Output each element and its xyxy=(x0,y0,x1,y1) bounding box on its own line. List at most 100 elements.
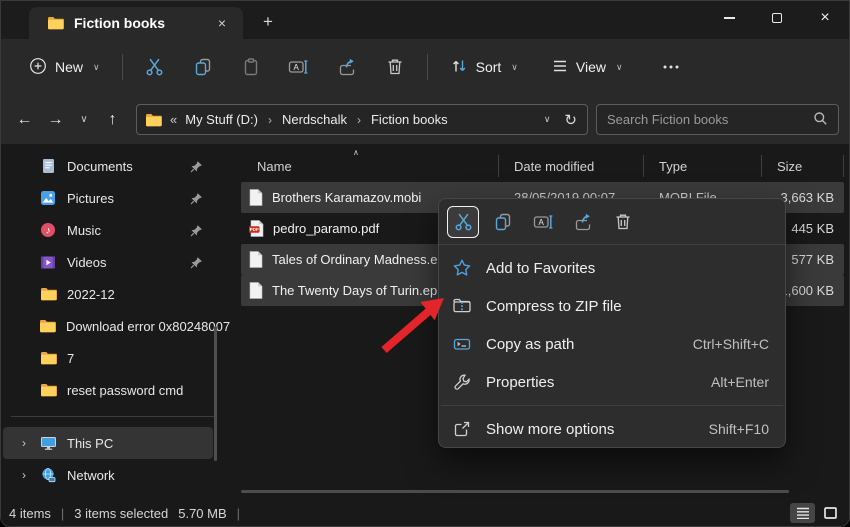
toolbar-divider xyxy=(427,54,428,80)
rename-icon: A xyxy=(288,57,309,77)
breadcrumb-item-nerdschalk[interactable]: Nerdschalk xyxy=(278,110,351,129)
red-annotation-arrow xyxy=(373,289,453,359)
tab-fiction-books[interactable]: Fiction books × xyxy=(29,7,243,39)
sidebar-item-music[interactable]: ♪Music xyxy=(3,214,213,246)
large-icons-view-button[interactable] xyxy=(818,503,843,523)
delete-button[interactable] xyxy=(375,50,415,84)
breadcrumb-separator-icon: › xyxy=(351,113,367,127)
search-icon xyxy=(813,111,828,129)
chevron-down-icon: ∨ xyxy=(616,62,623,73)
breadcrumb-item-my-stuff-d[interactable]: My Stuff (D:) xyxy=(181,110,262,129)
context-copy-button[interactable] xyxy=(487,206,519,238)
menu-item-copy-as-path[interactable]: Copy as pathCtrl+Shift+C xyxy=(439,325,785,363)
recent-locations-chevron-icon[interactable]: ∨ xyxy=(71,105,97,135)
menu-item-add-to-favorites[interactable]: Add to Favorites xyxy=(439,249,785,287)
menu-item-compress-to-zip-file[interactable]: Compress to ZIP file xyxy=(439,287,785,325)
refresh-icon[interactable]: ↻ xyxy=(564,111,579,129)
chevron-right-icon[interactable]: › xyxy=(9,468,39,482)
view-icon xyxy=(552,59,568,76)
address-dropdown-chevron-icon[interactable]: ∨ xyxy=(530,114,565,125)
tab-bar: Fiction books × + × xyxy=(1,1,849,39)
sidebar-item-download-error-0x80248007[interactable]: Download error 0x80248007 xyxy=(3,310,213,342)
breadcrumb-item-fiction-books[interactable]: Fiction books xyxy=(367,110,452,129)
doc-file-icon xyxy=(249,251,263,268)
sidebar-item-reset-password-cmd[interactable]: reset password cmd xyxy=(3,374,213,406)
details-view-button[interactable] xyxy=(790,503,815,523)
breadcrumb-separator-icon: › xyxy=(262,113,278,127)
context-rename-button[interactable]: A xyxy=(527,206,559,238)
sidebar-item-label: Videos xyxy=(67,255,107,270)
up-button[interactable]: ↑ xyxy=(97,105,128,135)
context-delete-button[interactable] xyxy=(607,206,639,238)
music-icon: ♪ xyxy=(39,222,57,238)
pin-icon xyxy=(190,192,203,205)
sidebar-item-documents[interactable]: Documents xyxy=(3,150,213,182)
tab-close-icon[interactable]: × xyxy=(211,12,233,34)
breadcrumb-overflow[interactable]: « xyxy=(170,112,177,127)
sidebar-scrollbar[interactable] xyxy=(214,326,217,461)
view-toggle-buttons xyxy=(790,503,843,523)
search-box[interactable] xyxy=(596,104,839,135)
maximize-button[interactable] xyxy=(753,1,801,35)
copy-button[interactable] xyxy=(183,50,223,84)
column-header-type[interactable]: Type xyxy=(643,152,761,180)
horizontal-scrollbar[interactable] xyxy=(241,490,789,493)
rename-button[interactable]: A xyxy=(279,50,319,84)
sidebar-item-videos[interactable]: Videos xyxy=(3,246,213,278)
menu-item-show-more-options[interactable]: Show more optionsShift+F10 xyxy=(439,410,785,448)
chevron-right-icon[interactable]: › xyxy=(9,436,39,450)
svg-text:A: A xyxy=(294,63,300,72)
window-controls: × xyxy=(705,1,849,39)
context-share-button[interactable] xyxy=(567,206,599,238)
new-button[interactable]: New ∨ xyxy=(19,51,110,84)
videos-icon xyxy=(39,255,57,270)
menu-item-properties[interactable]: PropertiesAlt+Enter xyxy=(439,363,785,401)
forward-button[interactable]: → xyxy=(40,105,71,135)
column-header-date-modified[interactable]: Date modified xyxy=(498,152,643,180)
more-options-button[interactable] xyxy=(651,50,691,84)
folder-icon xyxy=(47,16,64,30)
svg-text:A: A xyxy=(538,217,544,226)
view-button-label: View xyxy=(576,59,606,75)
menu-item-label: Compress to ZIP file xyxy=(486,298,769,315)
cut-icon xyxy=(453,212,474,232)
new-tab-button[interactable]: + xyxy=(263,13,273,30)
paste-button[interactable] xyxy=(231,50,271,84)
menu-item-shortcut: Shift+F10 xyxy=(709,421,769,437)
folder-icon xyxy=(145,113,162,127)
svg-text:PDF: PDF xyxy=(250,227,259,232)
folder-icon xyxy=(39,383,57,397)
column-header-size[interactable]: Size xyxy=(761,152,844,180)
sidebar-item-2022-12[interactable]: 2022-12 xyxy=(3,278,213,310)
search-input[interactable] xyxy=(607,112,813,127)
sidebar-item-label: This PC xyxy=(67,436,113,451)
sidebar-item-network[interactable]: ›Network xyxy=(3,459,213,491)
column-header-label: Date modified xyxy=(514,159,594,174)
copy-icon xyxy=(493,212,513,232)
sort-button[interactable]: Sort ∨ xyxy=(440,51,528,84)
breadcrumb[interactable]: « My Stuff (D:)›Nerdschalk›Fiction books… xyxy=(136,104,588,135)
sidebar-item-label: 7 xyxy=(67,351,74,366)
pin-icon xyxy=(190,256,203,269)
command-bar: New ∨ A Sort ∨ View ∨ xyxy=(1,39,849,95)
sidebar-item-label: reset password cmd xyxy=(67,383,183,398)
view-button[interactable]: View ∨ xyxy=(542,53,633,82)
column-header-label: Size xyxy=(777,159,802,174)
context-cut-button[interactable] xyxy=(447,206,479,238)
selection-count: 3 items selected xyxy=(74,506,168,521)
share-button[interactable] xyxy=(327,50,367,84)
svg-text:♪: ♪ xyxy=(46,226,51,237)
chevron-down-icon: ∨ xyxy=(93,62,100,73)
column-header-name[interactable]: Name∧ xyxy=(241,152,498,180)
sidebar-item-pictures[interactable]: Pictures xyxy=(3,182,213,214)
close-button[interactable]: × xyxy=(801,1,849,35)
wrench-icon xyxy=(451,373,473,392)
back-button[interactable]: ← xyxy=(9,105,40,135)
selection-size: 5.70 MB xyxy=(178,506,226,521)
cut-button[interactable] xyxy=(135,50,175,84)
pictures-icon xyxy=(39,190,57,206)
sidebar-item-7[interactable]: 7 xyxy=(3,342,213,374)
item-count: 4 items xyxy=(9,506,51,521)
sidebar-item-this-pc[interactable]: › This PC xyxy=(3,427,213,459)
minimize-button[interactable] xyxy=(705,1,753,35)
